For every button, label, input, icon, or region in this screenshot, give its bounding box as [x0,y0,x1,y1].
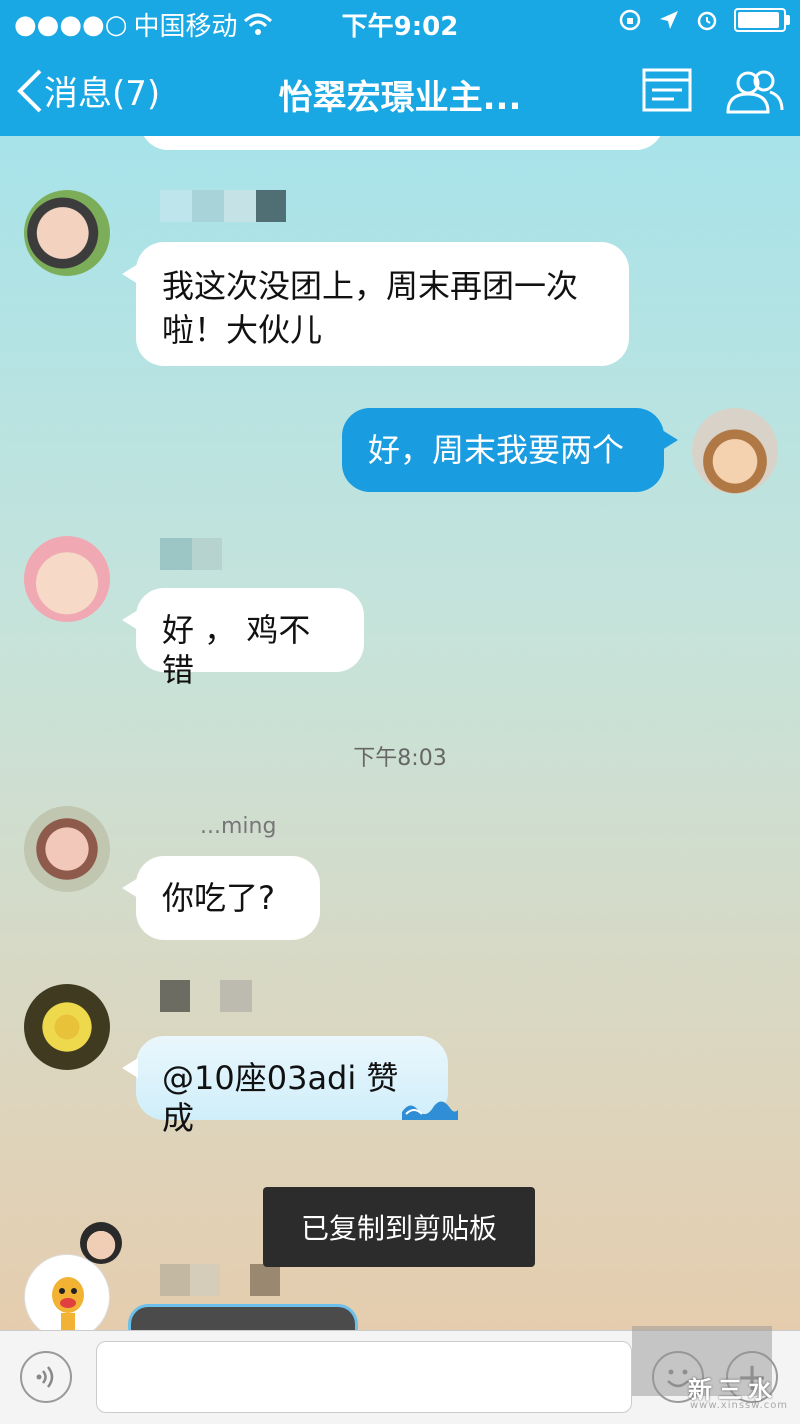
voice-icon [36,1366,54,1388]
nav-bar: 消息(7) 怡翠宏璟业主... [0,44,800,136]
avatar-overlay [80,1222,122,1264]
wave-decoration-icon [402,1101,458,1120]
chat-info-icon[interactable] [642,68,692,112]
message-text: 你吃了? [162,879,275,917]
avatar[interactable] [24,190,110,276]
voice-button[interactable] [20,1351,72,1403]
nickname-blurred [160,190,286,222]
avatar[interactable] [24,984,110,1070]
alarm-icon [697,11,717,31]
message-text: 好 ， 鸡不错 [162,611,311,689]
message-text: @10座03adi 赞成 [162,1059,399,1137]
message-bubble[interactable]: @10座03adi 赞成 [122,1036,458,1137]
message-input[interactable] [96,1341,632,1413]
battery-icon [734,8,790,32]
avatar-giraffe[interactable] [24,1254,110,1330]
nickname-blurred [160,538,222,570]
avatar-self[interactable] [692,408,778,494]
nickname-blurred [160,1264,280,1296]
giraffe-icon [52,1277,84,1330]
avatar[interactable] [24,806,110,892]
message-text: 我这次没团上，周末再团一次啦！大伙儿 [162,267,579,349]
avatar[interactable] [24,536,110,622]
nickname-partial: ...ming [200,814,277,839]
rotation-lock-icon [619,9,641,31]
message-bubble-partial[interactable] [140,136,664,150]
battery-fill [738,12,779,28]
message-bubble-self[interactable]: 好，周末我要两个 [342,408,678,492]
status-bar: ●●●●○ 中国移动 下午9:02 [0,0,800,44]
message-bubble[interactable]: 你吃了? [122,856,320,940]
image-message-partial[interactable] [128,1304,358,1330]
location-icon [660,11,678,29]
status-icons [618,8,790,32]
message-bubble[interactable]: 我这次没团上，周末再团一次啦！大伙儿 [122,242,629,366]
message-bubble[interactable]: 好 ， 鸡不错 [122,588,364,689]
message-text: 好，周末我要两个 [368,431,625,469]
watermark-url: www.xinssw.com [690,1400,789,1411]
nickname-blurred [160,980,252,1012]
group-members-icon[interactable] [724,68,784,114]
message-timestamp: 下午8:03 [353,746,447,771]
chat-area[interactable]: 我这次没团上，周末再团一次啦！大伙儿 好，周末我要两个 好 ， 鸡不错 下午8:… [0,136,800,1330]
toast-copied: 已复制到剪贴板 [263,1187,535,1267]
